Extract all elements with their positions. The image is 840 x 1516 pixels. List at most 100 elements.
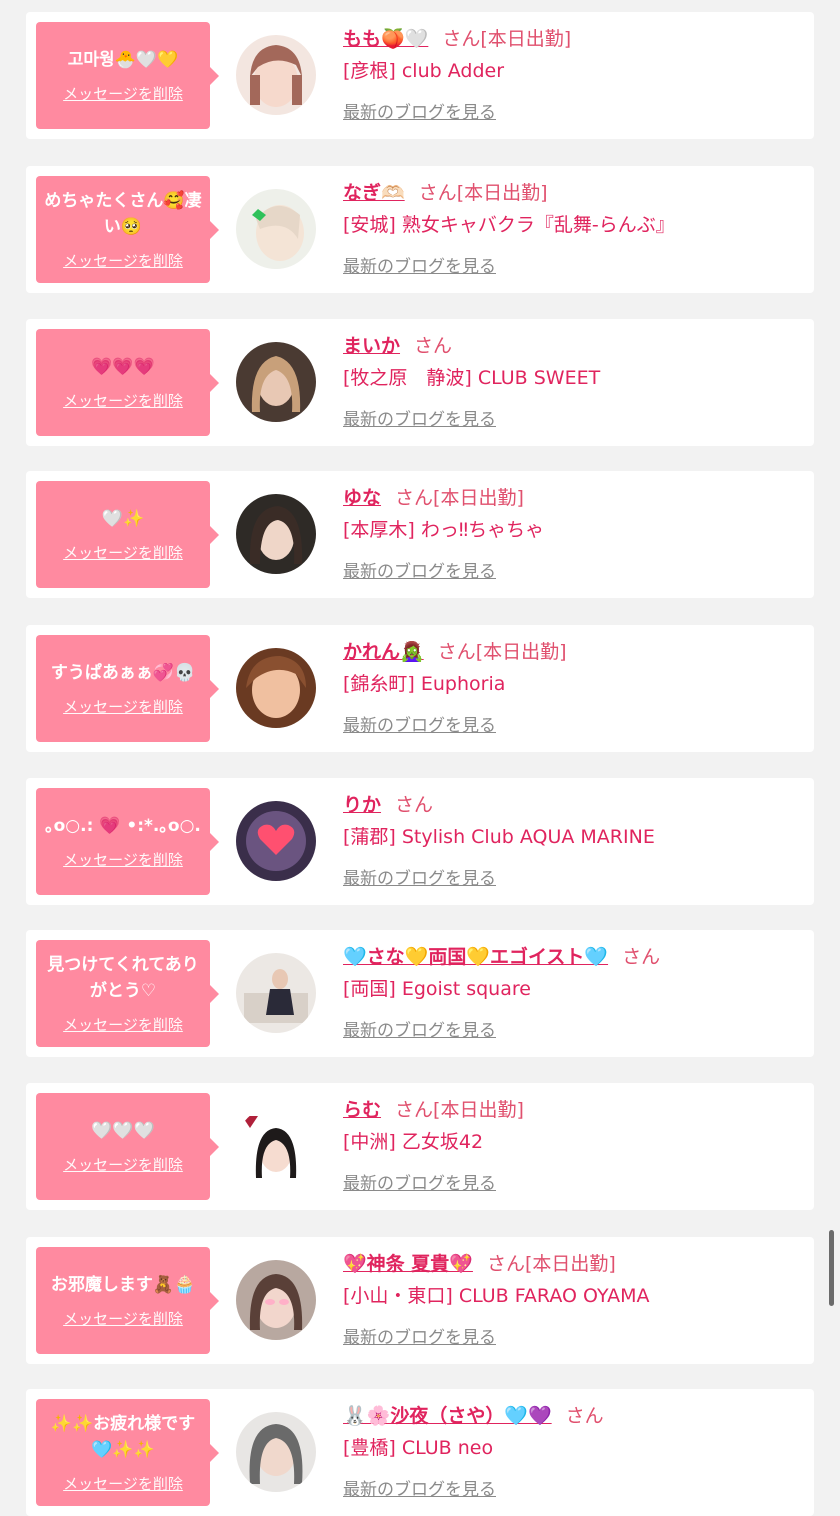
cast-name-link[interactable]: 💖神条 夏貴💖 <box>343 1253 473 1275</box>
latest-blog-link[interactable]: 最新のブログを見る <box>343 711 496 736</box>
status-today: [本日出勤] <box>433 487 524 509</box>
message-text: すうぱあぁぁ💞💀 <box>50 663 196 683</box>
latest-blog-link[interactable]: 最新のブログを見る <box>343 1169 496 1194</box>
message-bubble: お邪魔します🧸🧁 メッセージを削除 <box>36 1247 219 1354</box>
delete-message-link[interactable]: メッセージを削除 <box>63 1154 183 1175</box>
message-card: お邪魔します🧸🧁 メッセージを削除 💖神条 夏貴💖 さん[本日出勤] [小山・東口… <box>26 1237 814 1364</box>
name-line: 💖神条 夏貴💖 さん[本日出勤] <box>343 1249 804 1279</box>
honorific: さん <box>437 641 476 663</box>
latest-blog-link[interactable]: 最新のブログを見る <box>343 864 496 889</box>
delete-message-link[interactable]: メッセージを削除 <box>63 1014 183 1035</box>
name-line: 🐰🌸沙夜（さや）🩵💜 さん <box>343 1401 804 1431</box>
name-line: 🩵さな💛両国💛エゴイスト🩵 さん <box>343 942 804 972</box>
honorific: さん <box>395 1099 434 1121</box>
message-bubble: ｡o○.: 💗 •:*.｡o○. メッセージを削除 <box>36 788 219 895</box>
cast-name-link[interactable]: 🩵さな💛両国💛エゴイスト🩵 <box>343 946 608 968</box>
name-line: ゆな さん[本日出勤] <box>343 483 804 513</box>
latest-blog-link[interactable]: 最新のブログを見る <box>343 1016 496 1041</box>
delete-message-link[interactable]: メッセージを削除 <box>63 83 183 104</box>
cast-name-link[interactable]: かれん🧟‍♀️ <box>343 641 424 663</box>
message-text: めちゃたくさん🥰凄い🥺 <box>44 191 202 237</box>
message-text: ✨✨お疲れ様です🩵✨✨ <box>50 1414 196 1460</box>
message-card: 🤍🤍🤍 メッセージを削除 らむ さん[本日出勤] [中洲] 乙女坂42 最新のブロ… <box>26 1083 814 1210</box>
name-line: なぎ🫶🏻 さん[本日出勤] <box>343 178 804 208</box>
cast-name-link[interactable]: まいか <box>343 335 400 357</box>
message-bubble: ✨✨お疲れ様です🩵✨✨ メッセージを削除 <box>36 1399 219 1506</box>
shop-name: [牧之原 静波] CLUB SWEET <box>343 367 601 389</box>
status-today: [本日出勤] <box>433 1099 524 1121</box>
avatar[interactable] <box>236 1260 316 1340</box>
message-card: 💗💗💗 メッセージを削除 まいか さん [牧之原 静波] CLUB SWEET 最… <box>26 319 814 446</box>
delete-message-link[interactable]: メッセージを削除 <box>63 1308 183 1329</box>
card-info: まいか さん [牧之原 静波] CLUB SWEET 最新のブログを見る <box>343 331 804 430</box>
honorific: さん <box>565 1405 604 1427</box>
card-info: らむ さん[本日出勤] [中洲] 乙女坂42 最新のブログを見る <box>343 1095 804 1194</box>
status-today: [本日出勤] <box>480 28 572 50</box>
status-today: [本日出勤] <box>475 641 567 663</box>
delete-message-link[interactable]: メッセージを削除 <box>63 1473 183 1494</box>
card-info: もも🍑🤍 さん[本日出勤] [彦根] club Adder 最新のブログを見る <box>343 24 804 123</box>
message-text: 고마웡🐣🤍💛 <box>67 50 179 70</box>
name-line: かれん🧟‍♀️ さん[本日出勤] <box>343 637 804 667</box>
latest-blog-link[interactable]: 最新のブログを見る <box>343 98 496 123</box>
message-bubble: 🤍✨ メッセージを削除 <box>36 481 219 588</box>
name-line: まいか さん <box>343 331 804 361</box>
message-bubble: 💗💗💗 メッセージを削除 <box>36 329 219 436</box>
cast-name-link[interactable]: なぎ🫶🏻 <box>343 182 405 204</box>
avatar[interactable] <box>236 342 316 422</box>
cast-name-link[interactable]: 🐰🌸沙夜（さや）🩵💜 <box>343 1405 552 1427</box>
card-info: 🩵さな💛両国💛エゴイスト🩵 さん [両国] Egoist square 最新のブロ… <box>343 942 804 1041</box>
shop-name: [蒲郡] Stylish Club AQUA MARINE <box>343 826 655 848</box>
message-text: 💗💗💗 <box>91 357 155 377</box>
card-info: なぎ🫶🏻 さん[本日出勤] [安城] 熟女キャバクラ『乱舞-らんぶ』 最新のブログ… <box>343 178 804 277</box>
latest-blog-link[interactable]: 最新のブログを見る <box>343 1475 496 1500</box>
latest-blog-link[interactable]: 最新のブログを見る <box>343 252 496 277</box>
avatar[interactable] <box>236 953 316 1033</box>
honorific: さん <box>442 28 481 50</box>
latest-blog-link[interactable]: 最新のブログを見る <box>343 405 496 430</box>
message-card: 고마웡🐣🤍💛 メッセージを削除 もも🍑🤍 さん[本日出勤] [彦根] club A… <box>26 12 814 139</box>
cast-name-link[interactable]: もも🍑🤍 <box>343 28 428 50</box>
avatar[interactable] <box>236 494 316 574</box>
delete-message-link[interactable]: メッセージを削除 <box>63 849 183 870</box>
message-card: めちゃたくさん🥰凄い🥺 メッセージを削除 なぎ🫶🏻 さん[本日出勤] [安城] 熟… <box>26 166 814 293</box>
message-bubble: 見つけてくれてありがとう♡ メッセージを削除 <box>36 940 219 1047</box>
message-text: 見つけてくれてありがとう♡ <box>47 955 199 1001</box>
delete-message-link[interactable]: メッセージを削除 <box>63 250 183 271</box>
shop-name: [小山・東口] CLUB FARAO OYAMA <box>343 1285 650 1307</box>
message-card: ✨✨お疲れ様です🩵✨✨ メッセージを削除 🐰🌸沙夜（さや）🩵💜 さん [豊橋] C… <box>26 1389 814 1516</box>
delete-message-link[interactable]: メッセージを削除 <box>63 390 183 411</box>
avatar[interactable] <box>236 1412 316 1492</box>
shop-name: [両国] Egoist square <box>343 978 531 1000</box>
name-line: りか さん <box>343 790 804 820</box>
message-card: ｡o○.: 💗 •:*.｡o○. メッセージを削除 りか さん [蒲郡] Styl… <box>26 778 814 905</box>
avatar[interactable] <box>236 189 316 269</box>
honorific: さん <box>486 1253 525 1275</box>
card-info: ゆな さん[本日出勤] [本厚木] わっ‼︎ちゃちゃ 最新のブログを見る <box>343 483 804 582</box>
message-text: 🤍🤍🤍 <box>91 1121 155 1141</box>
message-bubble: 고마웡🐣🤍💛 メッセージを削除 <box>36 22 219 129</box>
vertical-scrollbar[interactable] <box>829 1230 834 1306</box>
message-text: お邪魔します🧸🧁 <box>50 1275 196 1295</box>
card-info: 🐰🌸沙夜（さや）🩵💜 さん [豊橋] CLUB neo 最新のブログを見る <box>343 1401 804 1500</box>
card-info: かれん🧟‍♀️ さん[本日出勤] [錦糸町] Euphoria 最新のブログを見る <box>343 637 804 736</box>
avatar[interactable] <box>236 35 316 115</box>
honorific: さん <box>418 182 457 204</box>
latest-blog-link[interactable]: 最新のブログを見る <box>343 557 496 582</box>
name-line: もも🍑🤍 さん[本日出勤] <box>343 24 804 54</box>
delete-message-link[interactable]: メッセージを削除 <box>63 542 183 563</box>
shop-name: [豊橋] CLUB neo <box>343 1437 494 1459</box>
shop-name: [安城] 熟女キャバクラ『乱舞-らんぶ』 <box>343 214 675 236</box>
avatar[interactable] <box>236 1106 316 1186</box>
message-text: ｡o○.: 💗 •:*.｡o○. <box>45 816 201 836</box>
avatar[interactable] <box>236 648 316 728</box>
message-bubble: 🤍🤍🤍 メッセージを削除 <box>36 1093 219 1200</box>
name-line: らむ さん[本日出勤] <box>343 1095 804 1125</box>
delete-message-link[interactable]: メッセージを削除 <box>63 696 183 717</box>
shop-name: [中洲] 乙女坂42 <box>343 1131 484 1153</box>
cast-name-link[interactable]: りか <box>343 794 381 816</box>
latest-blog-link[interactable]: 最新のブログを見る <box>343 1323 496 1348</box>
cast-name-link[interactable]: ゆな <box>343 487 381 509</box>
cast-name-link[interactable]: らむ <box>343 1099 381 1121</box>
avatar[interactable] <box>236 801 316 881</box>
